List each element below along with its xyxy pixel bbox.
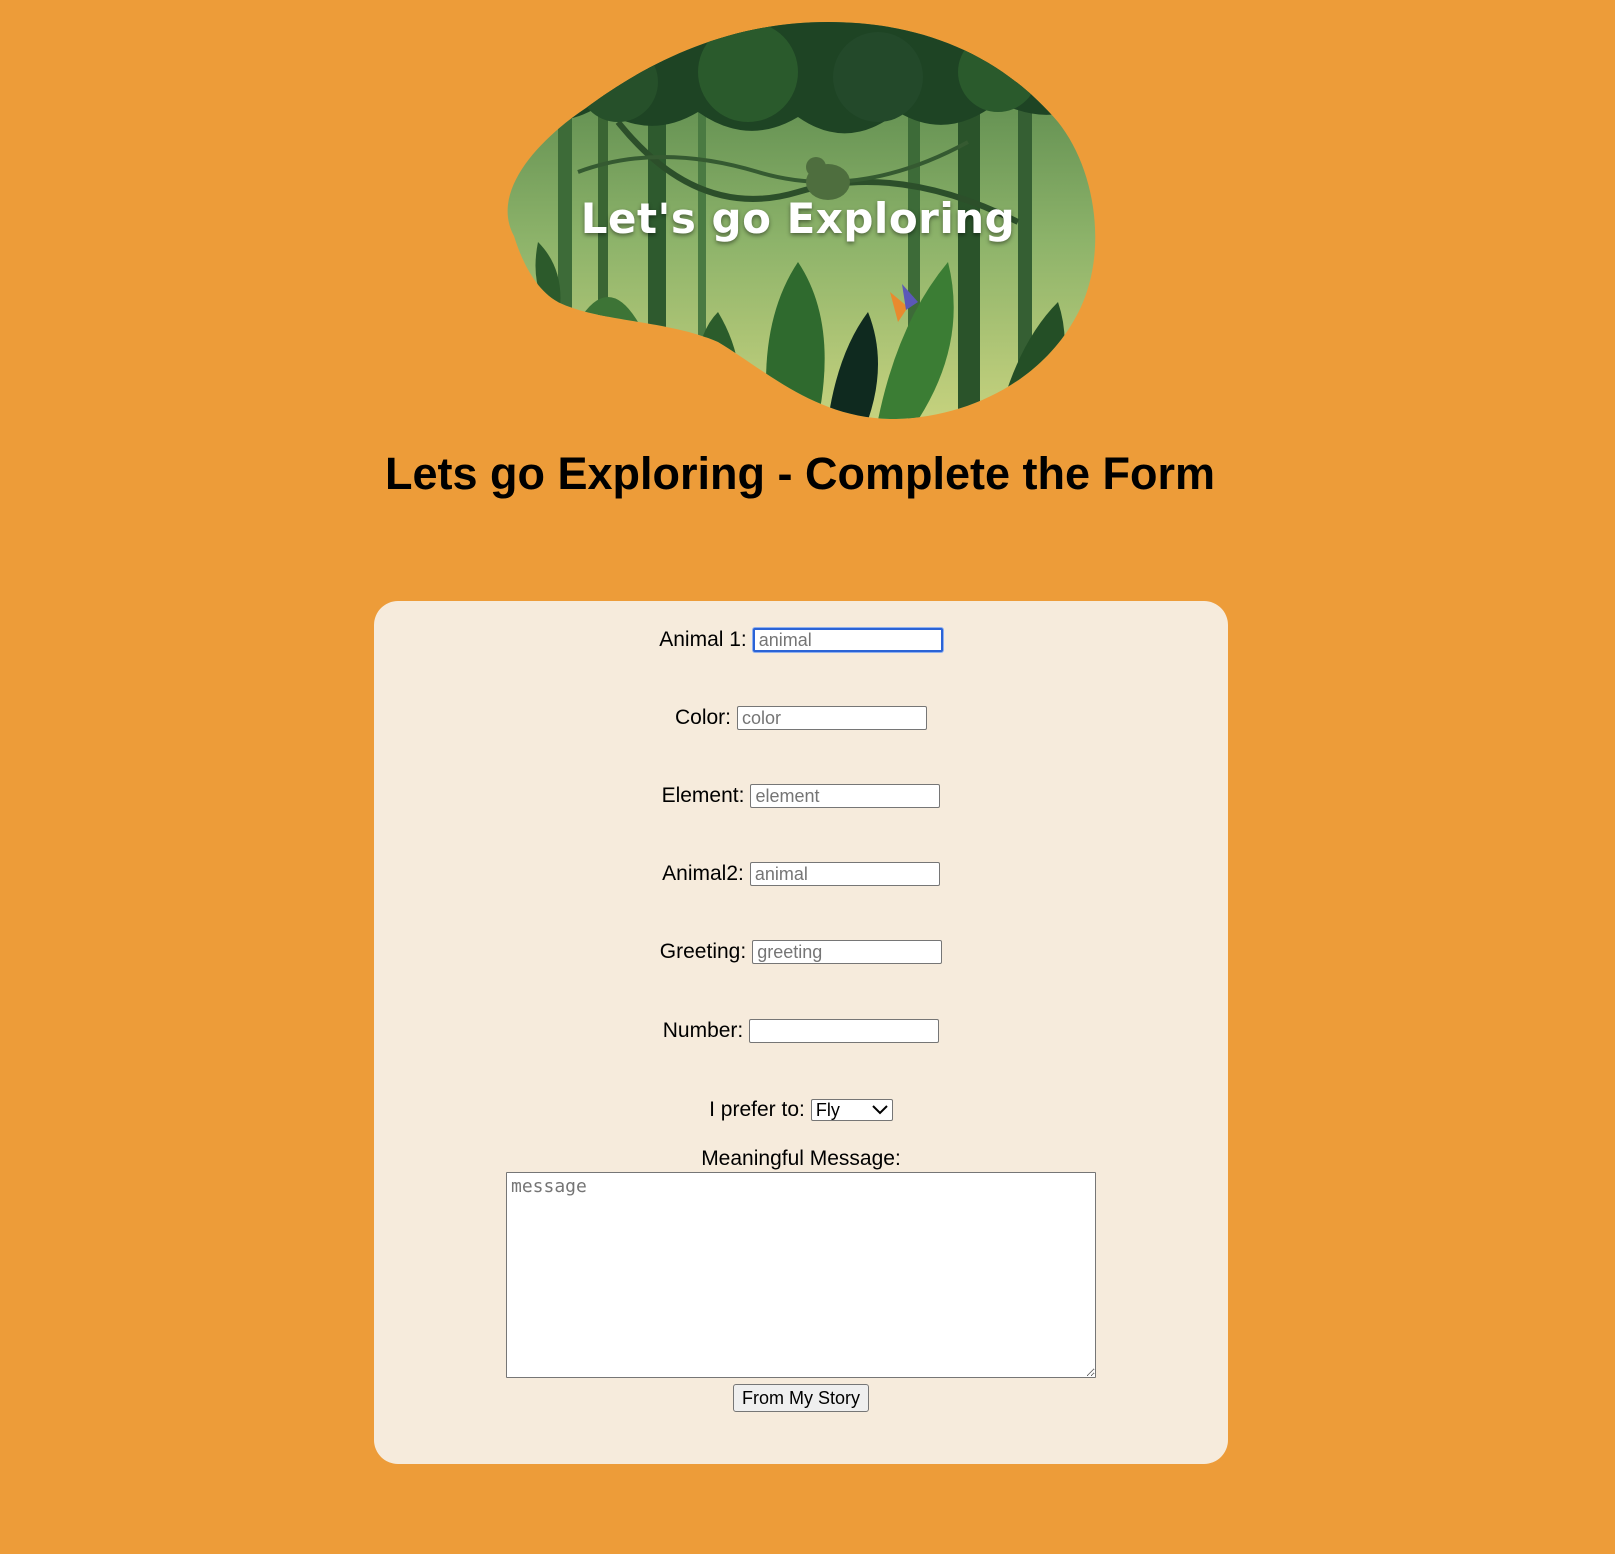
field-number-row: Number:: [374, 1019, 1228, 1043]
hero-banner: Let's go Exploring: [498, 22, 1102, 420]
greeting-input[interactable]: [752, 940, 943, 964]
element-input[interactable]: [750, 784, 941, 808]
color-label: Color:: [674, 706, 732, 729]
animal2-input[interactable]: [749, 862, 940, 886]
submit-button[interactable]: From My Story: [733, 1384, 869, 1412]
prefer-selected-value: Fly: [815, 1099, 840, 1120]
animal2-label: Animal2:: [662, 862, 744, 885]
greeting-label: Greeting:: [659, 940, 747, 963]
animal1-label: Animal 1:: [659, 628, 747, 651]
field-color-row: Color:: [374, 706, 1228, 730]
prefer-select[interactable]: Fly: [810, 1099, 893, 1121]
story-form: Animal 1: Color: Element: Animal2: Greet…: [374, 601, 1228, 1464]
message-textarea[interactable]: [506, 1172, 1096, 1378]
field-element-row: Element:: [374, 784, 1228, 808]
field-greeting-row: Greeting:: [374, 940, 1228, 964]
element-label: Element:: [661, 784, 745, 807]
field-animal1-row: Animal 1:: [374, 628, 1228, 652]
number-input[interactable]: [749, 1019, 940, 1043]
chevron-down-icon: [872, 1105, 888, 1115]
animal1-input[interactable]: [752, 628, 943, 652]
message-label: Meaningful Message:: [701, 1147, 901, 1170]
prefer-label: I prefer to:: [709, 1098, 805, 1121]
color-input[interactable]: [737, 706, 928, 730]
prefer-row: I prefer to: Fly: [374, 1098, 1228, 1122]
number-label: Number:: [662, 1019, 744, 1042]
field-animal2-row: Animal2:: [374, 862, 1228, 886]
page-title: Lets go Exploring - Complete the Form: [384, 448, 1216, 499]
hero-title: Let's go Exploring: [580, 194, 1016, 243]
